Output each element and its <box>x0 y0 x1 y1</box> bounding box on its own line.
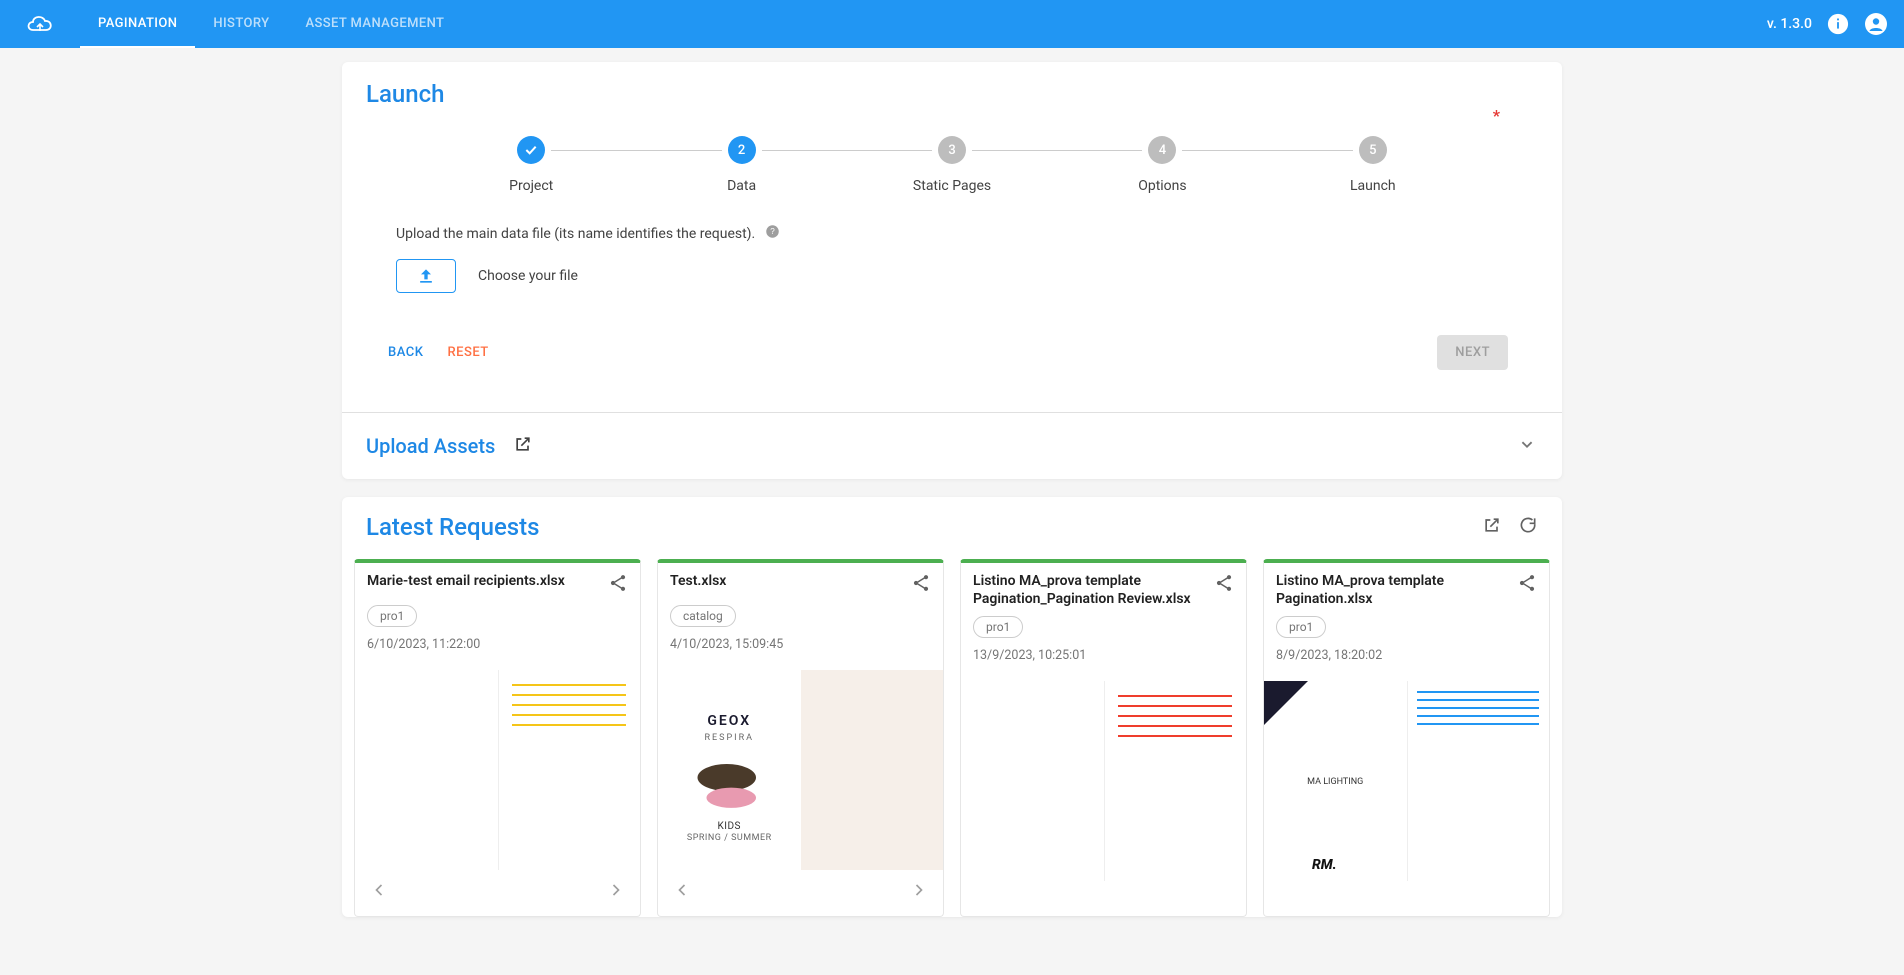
step-static-pages[interactable]: 3 Static Pages <box>847 136 1057 194</box>
topbar-right: v. 1.3.0 <box>1767 12 1888 36</box>
step-label: Options <box>1138 178 1186 194</box>
next-button: NEXT <box>1437 335 1508 370</box>
refresh-icon[interactable] <box>1518 515 1538 539</box>
share-icon[interactable] <box>1214 573 1234 597</box>
account-icon[interactable] <box>1864 12 1888 36</box>
latest-requests-title: Latest Requests <box>366 513 540 541</box>
reset-button[interactable]: RESET <box>439 339 496 366</box>
check-icon <box>523 142 539 158</box>
share-icon[interactable] <box>911 573 931 597</box>
stepper: Project 2 Data 3 Static Pages 4 Options … <box>426 136 1478 194</box>
request-date: 4/10/2023, 15:09:45 <box>670 637 931 652</box>
requests-grid: Marie-test email recipients.xlsx pro1 6/… <box>342 547 1562 917</box>
request-title: Listino MA_prova template Pagination_Pag… <box>973 573 1206 608</box>
svg-text:?: ? <box>770 227 775 236</box>
project-tag: pro1 <box>973 616 1023 638</box>
launch-title: Launch <box>366 80 1538 108</box>
step-project[interactable]: Project <box>426 136 636 194</box>
step-label: Project <box>509 178 553 194</box>
wizard-actions: BACK RESET NEXT <box>380 335 1508 370</box>
request-title: Test.xlsx <box>670 573 903 591</box>
step-label: Static Pages <box>913 178 991 194</box>
help-icon[interactable]: ? <box>765 224 780 243</box>
latest-requests-card: Latest Requests Marie-test email recipie… <box>342 497 1562 917</box>
next-page-icon[interactable] <box>905 876 933 908</box>
choose-file-label: Choose your file <box>478 268 578 284</box>
preview: MA LIGHTING RM. <box>1264 681 1549 881</box>
upload-button[interactable] <box>396 259 456 293</box>
upload-assets-row[interactable]: Upload Assets <box>342 413 1562 479</box>
request-date: 6/10/2023, 11:22:00 <box>367 637 628 652</box>
share-icon[interactable] <box>608 573 628 597</box>
step-num: 3 <box>938 136 966 164</box>
project-tag: catalog <box>670 605 736 627</box>
step-options[interactable]: 4 Options <box>1057 136 1267 194</box>
file-upload-row: Choose your file <box>396 259 1538 293</box>
project-tag: pro1 <box>367 605 417 627</box>
chevron-down-icon[interactable] <box>1516 433 1538 459</box>
tab-pagination[interactable]: PAGINATION <box>80 0 195 48</box>
request-title: Marie-test email recipients.xlsx <box>367 573 600 591</box>
request-card[interactable]: Marie-test email recipients.xlsx pro1 6/… <box>354 559 641 917</box>
version-label: v. 1.3.0 <box>1767 16 1812 32</box>
step-num: 5 <box>1359 136 1387 164</box>
step-label: Data <box>727 178 756 194</box>
request-card[interactable]: Listino MA_prova template Pagination_Pag… <box>960 559 1247 917</box>
info-icon[interactable] <box>1826 12 1850 36</box>
shoe-image <box>684 747 774 817</box>
step-launch[interactable]: 5 Launch * <box>1268 136 1478 194</box>
launch-card: Launch Project 2 Data 3 Static Pages <box>342 62 1562 479</box>
tab-asset-management[interactable]: ASSET MANAGEMENT <box>287 0 462 48</box>
brand-sub: RESPIRA <box>704 733 754 743</box>
request-card[interactable]: Listino MA_prova template Pagination.xls… <box>1263 559 1550 917</box>
open-new-icon[interactable] <box>1482 515 1502 539</box>
request-title: Listino MA_prova template Pagination.xls… <box>1276 573 1509 608</box>
request-date: 13/9/2023, 10:25:01 <box>973 648 1234 663</box>
page-body: Launch Project 2 Data 3 Static Pages <box>0 48 1904 975</box>
prev-page-icon[interactable] <box>668 876 696 908</box>
share-icon[interactable] <box>1517 573 1537 597</box>
prova-label: Prova 1xx <box>1058 771 1097 782</box>
open-new-icon[interactable] <box>513 434 533 458</box>
tab-history[interactable]: HISTORY <box>195 0 287 48</box>
rm-logo: RM. <box>1312 857 1337 873</box>
prev-page-icon[interactable] <box>365 876 393 908</box>
step-label: Launch * <box>1350 178 1396 194</box>
back-button[interactable]: BACK <box>380 339 431 366</box>
upload-icon <box>416 266 436 286</box>
ma-lighting-label: MA LIGHTING <box>1264 777 1407 787</box>
nav-tabs: PAGINATION HISTORY ASSET MANAGEMENT <box>80 0 462 48</box>
step-num: 2 <box>728 136 756 164</box>
preview <box>355 670 640 870</box>
next-page-icon[interactable] <box>602 876 630 908</box>
upload-assets-title: Upload Assets <box>366 434 495 458</box>
step-data[interactable]: 2 Data <box>636 136 846 194</box>
topbar: PAGINATION HISTORY ASSET MANAGEMENT v. 1… <box>0 0 1904 48</box>
request-card[interactable]: Test.xlsx catalog 4/10/2023, 15:09:45 GE… <box>657 559 944 917</box>
upload-instruction: Upload the main data file (its name iden… <box>396 224 1538 243</box>
request-date: 8/9/2023, 18:20:02 <box>1276 648 1537 663</box>
brand-label: GEOX <box>707 713 751 729</box>
preview: Prova 1xx <box>961 681 1246 881</box>
step-num: 4 <box>1148 136 1176 164</box>
cloud-logo-icon <box>24 10 56 38</box>
project-tag: pro1 <box>1276 616 1326 638</box>
preview: GEOX RESPIRA KIDSSPRING / SUMMER <box>658 670 943 870</box>
